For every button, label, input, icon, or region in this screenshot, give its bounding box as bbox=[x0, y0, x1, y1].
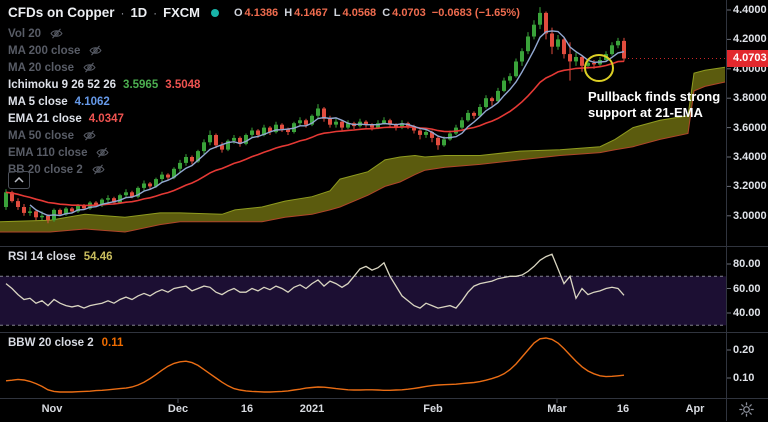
legend-row-ema-21-close[interactable]: EMA 21 close 4.0347 bbox=[8, 111, 124, 126]
rsi-value: 54.46 bbox=[83, 251, 113, 263]
chevron-up-icon bbox=[14, 177, 24, 183]
indicator-label: EMA 110 close bbox=[8, 146, 88, 159]
eye-slash-icon[interactable] bbox=[96, 147, 110, 158]
ohlc-value: 4.1386 bbox=[244, 6, 279, 19]
symbol-title-row[interactable]: CFDs on Copper · 1D · FXCM O 4.1386 H 4.146… bbox=[8, 5, 520, 20]
rsi-axis-label: 80.00 bbox=[733, 258, 761, 270]
eye-slash-icon[interactable] bbox=[83, 130, 96, 141]
title-separator: · bbox=[120, 5, 125, 20]
time-axis-label: 16 bbox=[240, 403, 254, 415]
legend-row-ichimoku-9-26-52-26[interactable]: Ichimoku 9 26 52 26 3.5965 3.5048 bbox=[8, 77, 200, 92]
price-axis-label: 3.0000 bbox=[733, 209, 767, 222]
annotation-line2: support at 21-EMA bbox=[588, 104, 703, 120]
symbol-name[interactable]: CFDs on Copper bbox=[8, 5, 115, 20]
change-value: −0.0683 (−1.65%) bbox=[431, 6, 520, 19]
price-axis-label: 4.4000 bbox=[733, 4, 767, 16]
rsi-label: RSI 14 close bbox=[8, 251, 76, 263]
time-axis-label: 16 bbox=[616, 403, 630, 415]
rsi-legend-row[interactable]: RSI 14 close 54.46 bbox=[8, 251, 113, 263]
ohlc-values: O 4.1386 H 4.1467 L 4.0568 C 4.0703 −0.0683 (−1.… bbox=[234, 7, 520, 19]
indicator-label: MA 50 close bbox=[8, 129, 75, 142]
collapse-indicators-button[interactable] bbox=[8, 171, 30, 189]
price-axis-label: 3.4000 bbox=[733, 151, 767, 163]
legend-row-ema-110-close[interactable]: EMA 110 close bbox=[8, 145, 110, 160]
price-axis-label: 3.6000 bbox=[733, 121, 767, 134]
eye-slash-icon[interactable] bbox=[92, 164, 105, 175]
interval-label[interactable]: 1D bbox=[131, 5, 148, 20]
rsi-axis-label: 40.00 bbox=[733, 307, 761, 319]
eye-slash-icon[interactable] bbox=[50, 28, 63, 39]
time-axis-label: Mar bbox=[547, 403, 567, 415]
bbw-axis-label: 0.10 bbox=[733, 372, 755, 384]
exchange-label: FXCM bbox=[163, 5, 200, 20]
indicator-label: Vol 20 bbox=[8, 27, 42, 40]
time-axis-label: Dec bbox=[167, 403, 189, 415]
ohlc-value: 4.1467 bbox=[294, 6, 328, 19]
rsi-axis-label: 60.00 bbox=[733, 282, 761, 295]
bbw-axis-label: 0.20 bbox=[733, 344, 755, 356]
ohlc-key: O bbox=[233, 6, 243, 19]
indicator-value: 4.1062 bbox=[74, 95, 110, 108]
indicator-value: 4.0347 bbox=[88, 112, 124, 125]
time-axis-label: Apr bbox=[685, 403, 705, 415]
ohlc-value: 4.0568 bbox=[342, 6, 377, 19]
chart-canvas[interactable] bbox=[0, 0, 768, 421]
trading-chart-app: CFDs on Copper · 1D · FXCM O 4.1386 H 4.146… bbox=[0, 0, 768, 421]
price-axis-label: 3.2000 bbox=[733, 180, 767, 193]
indicator-value: 3.5048 bbox=[165, 78, 201, 91]
ohlc-key: C bbox=[382, 6, 391, 19]
indicator-label: MA 5 close bbox=[8, 95, 68, 108]
ohlc-key: L bbox=[333, 6, 341, 19]
ohlc-key: H bbox=[284, 6, 293, 19]
legend-row-vol-20[interactable]: Vol 20 bbox=[8, 26, 63, 41]
time-axis-label: 2021 bbox=[299, 403, 325, 415]
legend-row-ma-50-close[interactable]: MA 50 close bbox=[8, 128, 96, 143]
bbw-label: BBW 20 close 2 bbox=[8, 337, 94, 349]
annotation-note[interactable]: Pullback finds strong support at 21-EMA bbox=[588, 89, 720, 120]
axis-settings-gear-icon[interactable] bbox=[739, 402, 754, 422]
eye-slash-icon[interactable] bbox=[89, 45, 102, 56]
bbw-legend-row[interactable]: BBW 20 close 2 0.11 bbox=[8, 337, 123, 349]
legend-row-ma-20-close[interactable]: MA 20 close bbox=[8, 60, 96, 75]
eye-slash-icon[interactable] bbox=[83, 62, 96, 73]
indicator-value: 3.5965 bbox=[123, 78, 159, 91]
market-status-icon bbox=[210, 8, 219, 17]
indicator-label: EMA 21 close bbox=[8, 112, 82, 125]
title-separator: · bbox=[153, 5, 158, 20]
time-axis-label: Nov bbox=[41, 403, 63, 415]
ohlc-value: 4.0703 bbox=[392, 6, 426, 19]
price-axis-label: 4.2000 bbox=[733, 33, 767, 46]
indicator-label: MA 20 close bbox=[8, 61, 75, 74]
indicator-label: MA 200 close bbox=[8, 44, 81, 57]
indicator-label: Ichimoku 9 26 52 26 bbox=[8, 78, 117, 91]
legend-row-ma-200-close[interactable]: MA 200 close bbox=[8, 43, 102, 58]
legend-row-ma-5-close[interactable]: MA 5 close 4.1062 bbox=[8, 94, 110, 109]
rsi-panel bbox=[0, 253, 726, 326]
bbw-value: 0.11 bbox=[101, 337, 124, 349]
last-price-badge: 4.0703 bbox=[727, 49, 768, 67]
price-axis-label: 3.8000 bbox=[733, 92, 767, 105]
time-axis-label: Feb bbox=[423, 403, 443, 415]
annotation-line1: Pullback finds strong bbox=[588, 89, 721, 104]
